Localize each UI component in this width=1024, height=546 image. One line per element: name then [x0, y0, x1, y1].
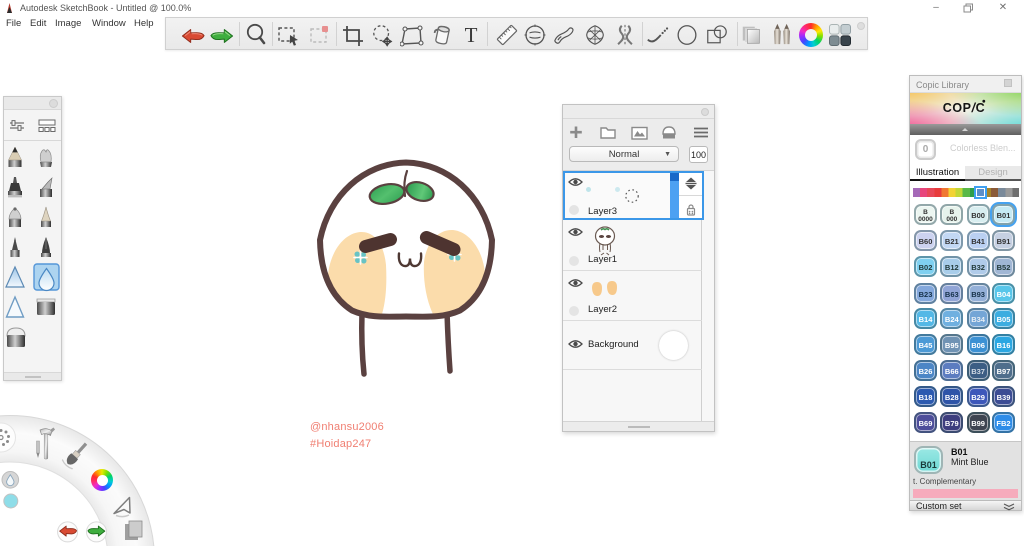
svg-text:T: T: [465, 23, 478, 47]
